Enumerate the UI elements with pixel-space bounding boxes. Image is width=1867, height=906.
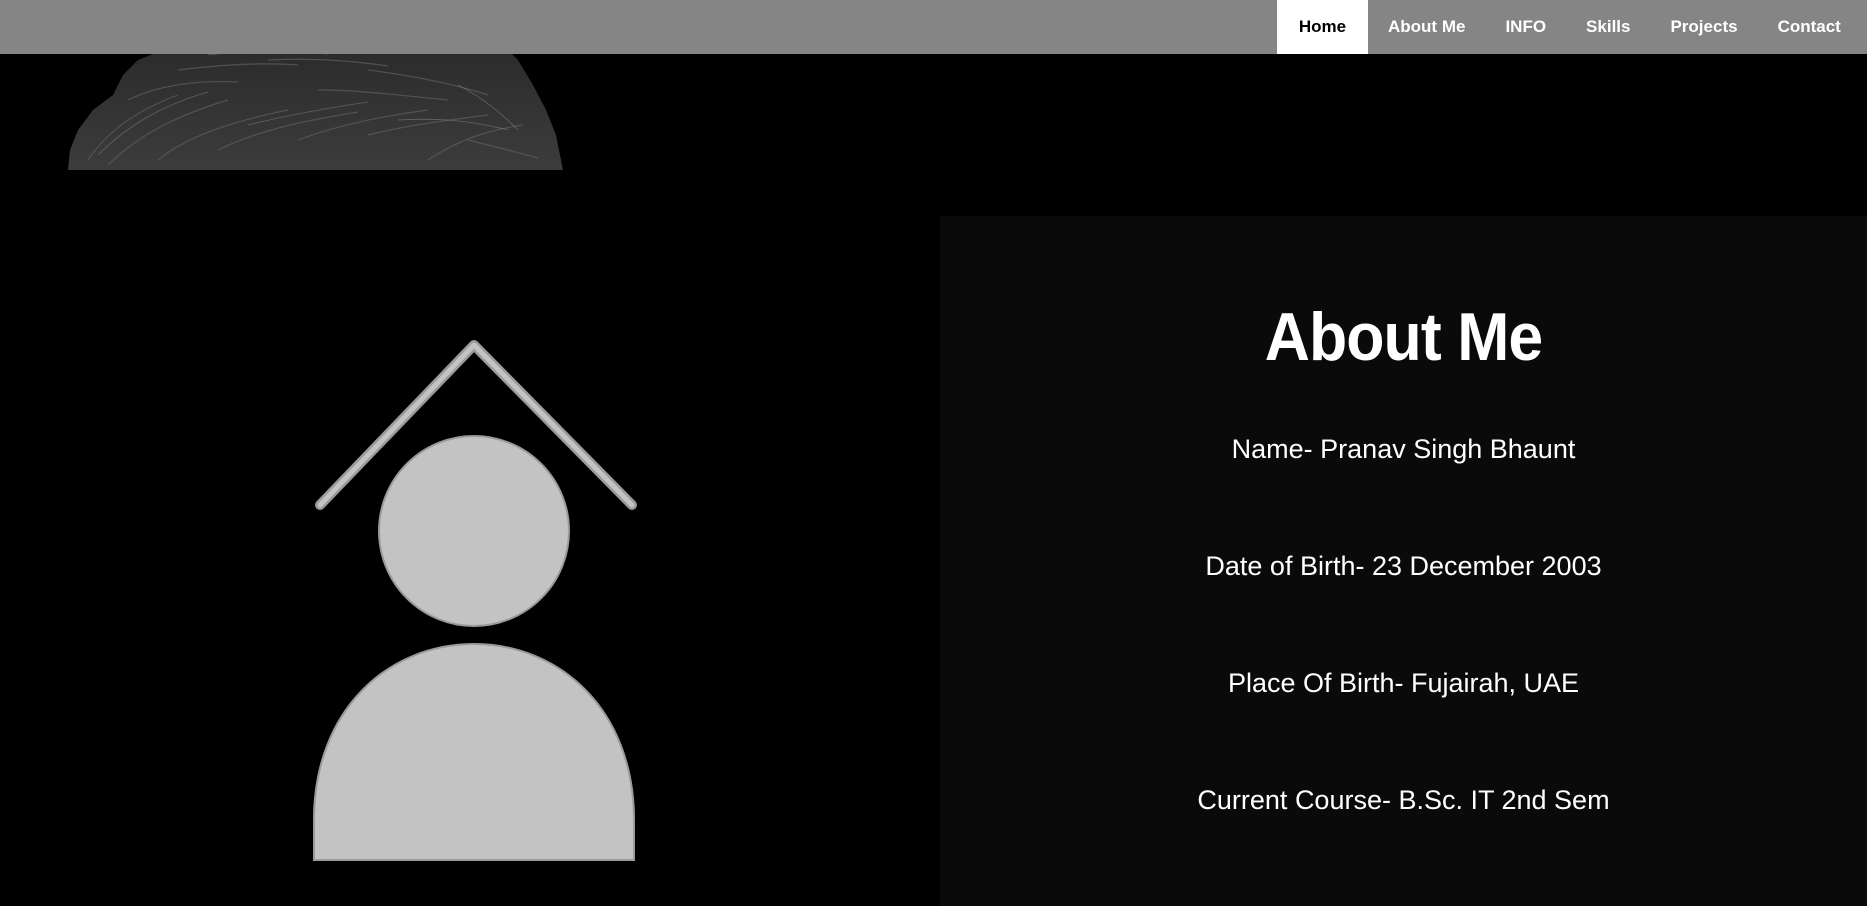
profile-photo (68, 40, 563, 170)
nav-home[interactable]: Home (1277, 0, 1368, 54)
nav-about-me[interactable]: About Me (1368, 0, 1485, 54)
graduate-avatar-icon (313, 340, 637, 861)
nav-skills[interactable]: Skills (1566, 0, 1650, 54)
nav-contact[interactable]: Contact (1758, 0, 1861, 54)
nav-projects[interactable]: Projects (1650, 0, 1757, 54)
nav-list: Home About Me INFO Skills Projects Conta… (1277, 0, 1861, 54)
page: Home About Me INFO Skills Projects Conta… (0, 0, 1867, 906)
about-place-of-birth: Place Of Birth- Fujairah, UAE (1227, 668, 1580, 698)
nav-info[interactable]: INFO (1485, 0, 1566, 54)
about-dob: Date of Birth- 23 December 2003 (1205, 551, 1602, 581)
about-title: About Me (1264, 299, 1544, 375)
top-navbar: Home About Me INFO Skills Projects Conta… (0, 0, 1867, 54)
about-name: Name- Pranav Singh Bhaunt (1231, 434, 1576, 464)
about-course: Current Course- B.Sc. IT 2nd Sem (1197, 785, 1610, 815)
